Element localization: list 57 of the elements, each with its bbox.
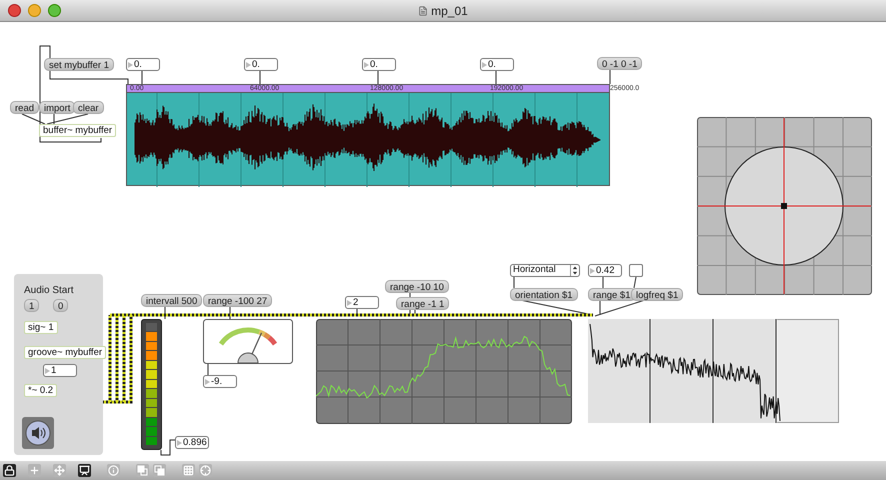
number-box[interactable]: 0.42 <box>588 264 622 277</box>
triangle-icon <box>45 368 50 374</box>
grid-button[interactable] <box>182 464 195 477</box>
message-box[interactable]: 0 -1 0 -1 <box>597 57 642 70</box>
number-box[interactable]: 1 <box>43 364 77 377</box>
number-box[interactable]: 0. <box>244 58 278 71</box>
move-button[interactable] <box>53 464 66 477</box>
orientation-menu[interactable]: Horizontal <box>510 264 580 277</box>
lock-button[interactable] <box>3 464 16 477</box>
object-box[interactable]: *~ 0.2 <box>24 384 58 397</box>
message-box[interactable]: range -10 10 <box>385 280 449 293</box>
number-box[interactable]: -9. <box>203 375 237 388</box>
minimize-button[interactable] <box>28 4 41 17</box>
message-box[interactable]: read <box>10 101 40 114</box>
xy-pad[interactable] <box>697 117 872 295</box>
triangle-icon <box>590 268 595 274</box>
number-box[interactable]: 0. <box>126 58 160 71</box>
toggle-checkbox[interactable] <box>629 264 643 277</box>
triangle-icon <box>128 62 133 68</box>
comment-text: Audio Start <box>24 284 74 298</box>
number-box[interactable]: 2 <box>345 296 379 309</box>
message-box[interactable]: orientation $1 <box>510 288 578 301</box>
message-box[interactable]: clear <box>73 101 104 114</box>
message-box[interactable]: intervall 500 <box>141 294 202 307</box>
stepper-icon <box>570 265 579 276</box>
object-box[interactable]: groove~ mybuffer <box>24 346 106 359</box>
presentation-button[interactable] <box>78 464 91 477</box>
document-icon <box>418 6 428 16</box>
triangle-icon <box>246 62 251 68</box>
triangle-icon <box>205 378 210 384</box>
message-box[interactable]: 1 <box>24 299 40 312</box>
object-box[interactable]: buffer~ mybuffer <box>39 124 116 137</box>
stacked-squares-button[interactable] <box>153 464 166 477</box>
zoom-button[interactable] <box>48 4 61 17</box>
message-box[interactable]: 0 <box>53 299 68 312</box>
info-button[interactable] <box>107 464 120 477</box>
object-box[interactable]: sig~ 1 <box>24 321 58 334</box>
triangle-icon <box>347 300 352 306</box>
message-box[interactable]: range -1 1 <box>396 297 450 310</box>
number-box[interactable]: 0. <box>480 58 514 71</box>
message-box[interactable]: set mybuffer 1 <box>44 58 114 71</box>
stacked-squares-button[interactable] <box>136 464 149 477</box>
speaker-button[interactable] <box>22 417 54 449</box>
triangle-icon <box>482 62 487 68</box>
number-box[interactable]: 0.896 <box>175 436 209 449</box>
window-title: mp_01 <box>431 2 468 20</box>
message-box[interactable]: logfreq $1 <box>631 288 684 301</box>
number-box[interactable]: 0. <box>362 58 396 71</box>
message-box[interactable]: range $1 <box>588 288 636 301</box>
message-box[interactable]: import <box>39 101 76 114</box>
triangle-icon <box>177 440 182 446</box>
speaker-icon <box>25 420 51 446</box>
close-button[interactable] <box>8 4 21 17</box>
crosshair-button[interactable] <box>199 464 212 477</box>
plus-button[interactable] <box>28 464 41 477</box>
message-box[interactable]: range -100 27 <box>203 294 272 307</box>
triangle-icon <box>364 62 369 68</box>
